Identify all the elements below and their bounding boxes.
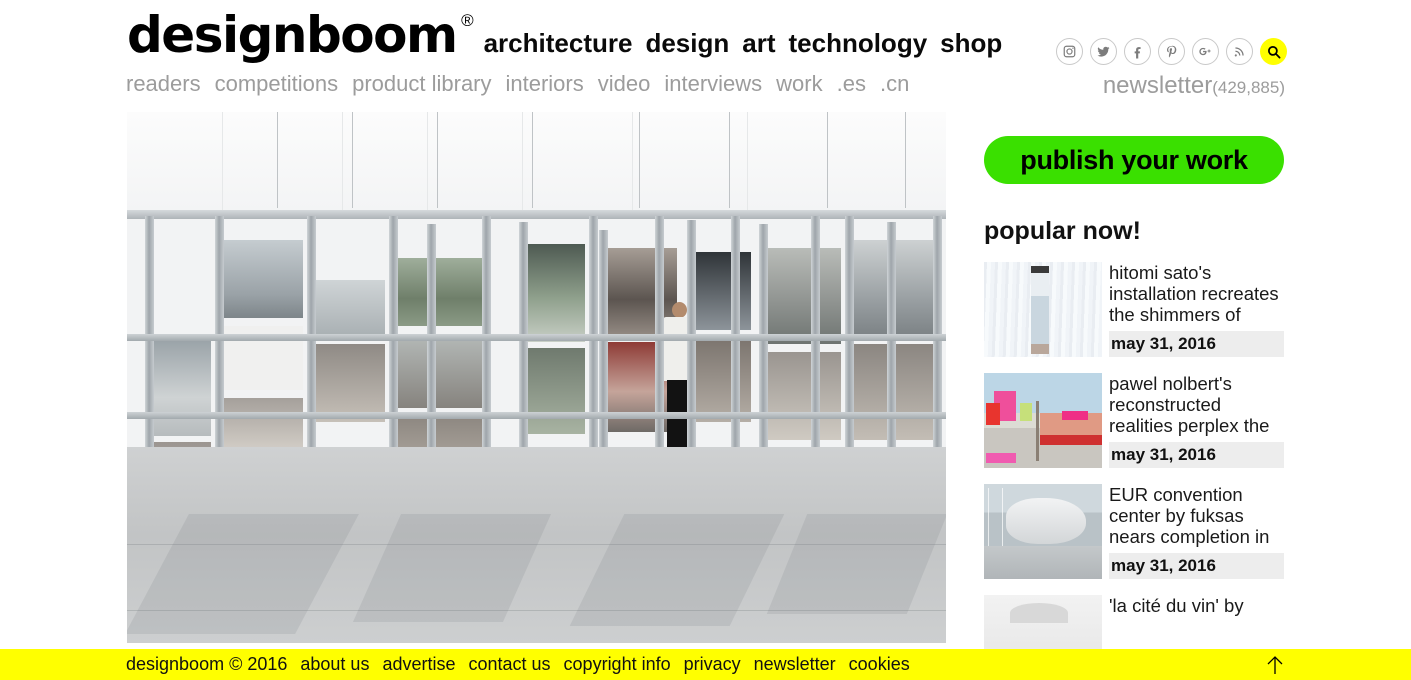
nav-architecture[interactable]: architecture xyxy=(484,28,633,58)
nav-interiors[interactable]: interiors xyxy=(506,71,584,96)
footer-advertise[interactable]: advertise xyxy=(382,654,455,674)
list-item[interactable]: pawel nolbert's reconstructed realities … xyxy=(984,373,1284,468)
secondary-nav: readers competitions product library interi… xyxy=(126,70,923,98)
newsletter-subscriber-count: (429,885) xyxy=(1212,78,1285,97)
article-title[interactable]: hitomi sato's installation recreates the… xyxy=(1109,262,1284,331)
logo-text: designboom xyxy=(127,6,458,64)
hero-ceiling-wall xyxy=(127,112,946,210)
nav-video[interactable]: video xyxy=(598,71,651,96)
nav-product-library[interactable]: product library xyxy=(352,71,491,96)
footer-copyright-info[interactable]: copyright info xyxy=(564,654,671,674)
twitter-icon[interactable] xyxy=(1090,38,1117,65)
article-body: hitomi sato's installation recreates the… xyxy=(1109,262,1284,357)
footer-about-us[interactable]: about us xyxy=(300,654,369,674)
back-to-top-button[interactable] xyxy=(1263,653,1287,677)
registered-trademark-icon: ® xyxy=(461,11,474,30)
article-title[interactable]: EUR convention center by fuksas nears co… xyxy=(1109,484,1284,553)
footer-contact-us[interactable]: contact us xyxy=(469,654,551,674)
article-date: may 31, 2016 xyxy=(1109,442,1284,468)
instagram-icon[interactable] xyxy=(1056,38,1083,65)
arrow-up-icon xyxy=(1267,656,1283,674)
article-date: may 31, 2016 xyxy=(1109,553,1284,579)
popular-now-heading: popular now! xyxy=(984,217,1141,245)
footer-newsletter[interactable]: newsletter xyxy=(754,654,836,674)
site-logo[interactable]: designboom ® xyxy=(127,6,474,64)
nav-cn[interactable]: .cn xyxy=(880,71,909,96)
article-body: EUR convention center by fuksas nears co… xyxy=(1109,484,1284,579)
list-item[interactable]: EUR convention center by fuksas nears co… xyxy=(984,484,1284,579)
article-thumbnail xyxy=(984,373,1102,468)
nav-interviews[interactable]: interviews xyxy=(664,71,762,96)
nav-competitions[interactable]: competitions xyxy=(215,71,339,96)
rss-icon[interactable] xyxy=(1226,38,1253,65)
sidebar: publish your work popular now! hitomi sa… xyxy=(984,112,1284,680)
nav-technology[interactable]: technology xyxy=(788,28,927,58)
googleplus-icon[interactable] xyxy=(1192,38,1219,65)
search-icon xyxy=(1267,45,1280,58)
nav-shop[interactable]: shop xyxy=(940,28,1002,58)
footer-cookies[interactable]: cookies xyxy=(849,654,910,674)
visitor-head xyxy=(672,302,687,318)
article-title[interactable]: pawel nolbert's reconstructed realities … xyxy=(1109,373,1284,442)
list-item[interactable]: hitomi sato's installation recreates the… xyxy=(984,262,1284,357)
footer-privacy[interactable]: privacy xyxy=(684,654,741,674)
nav-design[interactable]: design xyxy=(645,28,729,58)
newsletter-link[interactable]: newsletter xyxy=(1103,72,1212,99)
nav-art[interactable]: art xyxy=(742,28,775,58)
designboom-homepage: designboom ® architecture design art techno… xyxy=(0,0,1411,680)
site-footer: designboom © 2016 about us advertise contac… xyxy=(0,649,1411,680)
nav-es[interactable]: .es xyxy=(837,71,866,96)
popular-article-list: hitomi sato's installation recreates the… xyxy=(984,262,1284,680)
article-body: pawel nolbert's reconstructed realities … xyxy=(1109,373,1284,468)
footer-links: designboom © 2016 about us advertise contac… xyxy=(126,649,923,680)
pinterest-icon[interactable] xyxy=(1158,38,1185,65)
hero-top-beam xyxy=(127,210,946,219)
logo-and-primary-nav: designboom ® architecture design art techno… xyxy=(127,8,1002,64)
publish-your-work-button[interactable]: publish your work xyxy=(984,136,1284,184)
search-button[interactable] xyxy=(1260,38,1287,65)
article-thumbnail xyxy=(984,262,1102,357)
social-links xyxy=(1056,38,1287,65)
nav-readers[interactable]: readers xyxy=(126,71,201,96)
article-date: may 31, 2016 xyxy=(1109,331,1284,357)
newsletter-row: newsletter(429,885) xyxy=(1103,72,1285,103)
nav-work[interactable]: work xyxy=(776,71,822,96)
featured-article-image[interactable] xyxy=(127,112,946,643)
footer-copyright: designboom © 2016 xyxy=(126,654,288,674)
gallery-installation-photo xyxy=(127,112,946,643)
site-header: designboom ® architecture design art techno… xyxy=(0,0,1411,108)
primary-nav: architecture design art technology shop xyxy=(484,16,1003,70)
facebook-icon[interactable] xyxy=(1124,38,1151,65)
article-thumbnail xyxy=(984,484,1102,579)
